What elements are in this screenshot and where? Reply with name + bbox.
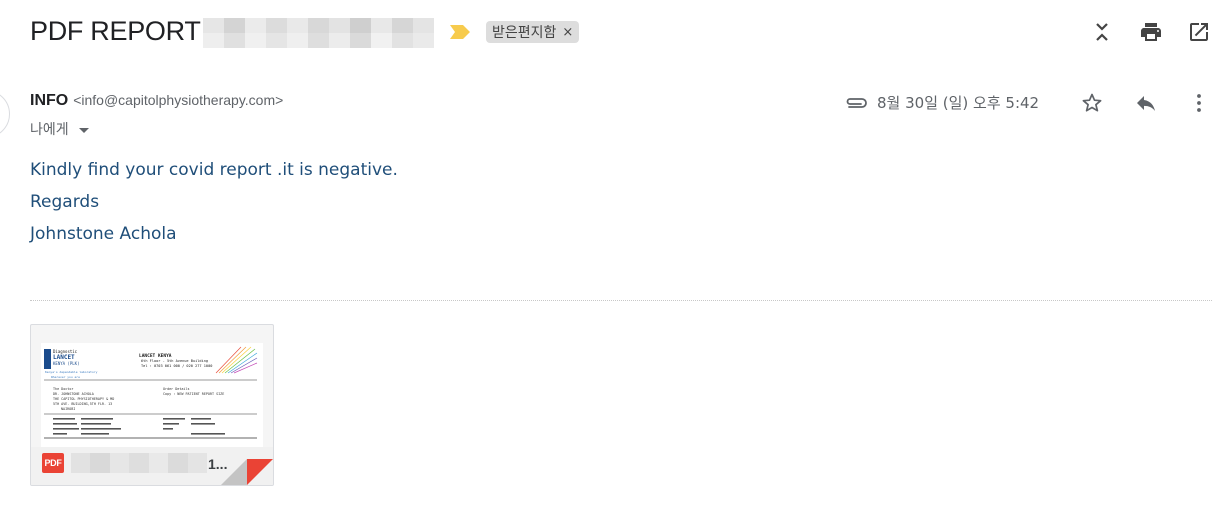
remove-label-button[interactable]: × <box>562 25 573 40</box>
collapse-all-icon[interactable] <box>1090 20 1114 44</box>
pdf-file-icon: PDF <box>42 453 64 473</box>
email-subject: PDF REPORT <box>30 16 201 46</box>
recipient-row: 나에게 <box>30 119 89 139</box>
star-icon[interactable] <box>1080 91 1104 115</box>
preview-address-1: 6th Floor - 5th Avenue Building <box>141 359 208 363</box>
attachment-filename-redacted <box>71 453 207 473</box>
message-line-1: Kindly find your covid report .it is neg… <box>30 160 398 180</box>
attachment-corner-fold-icon <box>221 459 273 485</box>
print-icon[interactable] <box>1139 20 1163 44</box>
more-options-icon[interactable] <box>1187 91 1211 115</box>
attachment-card[interactable]: Diagnostic LANCET KENYA (PLK) Kenya's de… <box>30 324 274 486</box>
svg-text:Wherever you are: Wherever you are <box>51 375 80 379</box>
report-preview-image: Diagnostic LANCET KENYA (PLK) Kenya's de… <box>41 343 263 461</box>
label-chip-inbox: 받은편지함 × <box>486 21 580 43</box>
label-chip-text: 받은편지함 <box>492 25 557 41</box>
attachment-preview: Diagnostic LANCET KENYA (PLK) Kenya's de… <box>41 343 263 461</box>
preview-clinic-1: THE CAPITOL PHYSIOTHERAPY & MD <box>53 397 114 401</box>
svg-text:KENYA (PLK): KENYA (PLK) <box>53 361 80 366</box>
preview-doctor: DR. JOHNSTONE ACHOLA <box>53 392 94 396</box>
sender-info: INFO <info@capitolphysiotherapy.com> <box>30 92 283 110</box>
recipient-label: 나에게 <box>30 122 69 138</box>
message-date: 8월 30일 (일) 오후 5:42 <box>877 94 1040 112</box>
sender-avatar[interactable] <box>0 90 10 138</box>
preview-copy-label: Order Details <box>163 387 190 391</box>
reply-icon[interactable] <box>1134 91 1158 115</box>
important-marker-icon[interactable] <box>450 24 470 40</box>
sender-name[interactable]: INFO <box>30 92 68 110</box>
sender-email: <info@capitolphysiotherapy.com> <box>73 92 284 108</box>
show-details-dropdown-icon[interactable] <box>78 127 89 133</box>
message-date-row: 8월 30일 (일) 오후 5:42 <box>843 92 1039 113</box>
preview-clinic-3: NAIROBI <box>61 407 75 411</box>
svg-text:LANCET: LANCET <box>53 354 75 361</box>
attachment-divider <box>30 300 1212 301</box>
preview-doctor-label: The Doctor <box>53 387 73 391</box>
svg-text:Kenya's dependable laboratory: Kenya's dependable laboratory <box>45 370 98 374</box>
open-new-window-icon[interactable] <box>1187 20 1211 44</box>
preview-address-2: Tel : 0703 061 000 / 020 277 1000 <box>141 364 212 368</box>
preview-clinic-2: 5TH AVE. BUILDING,5TH FLR. 13 <box>53 402 112 406</box>
message-line-2: Regards <box>30 192 100 212</box>
preview-copy: Copy : NEW PATIENT REPORT SIZE <box>163 392 224 396</box>
subject-redacted-area <box>203 18 435 48</box>
attachment-clip-icon <box>846 97 867 108</box>
message-line-3: Johnstone Achola <box>30 224 177 244</box>
